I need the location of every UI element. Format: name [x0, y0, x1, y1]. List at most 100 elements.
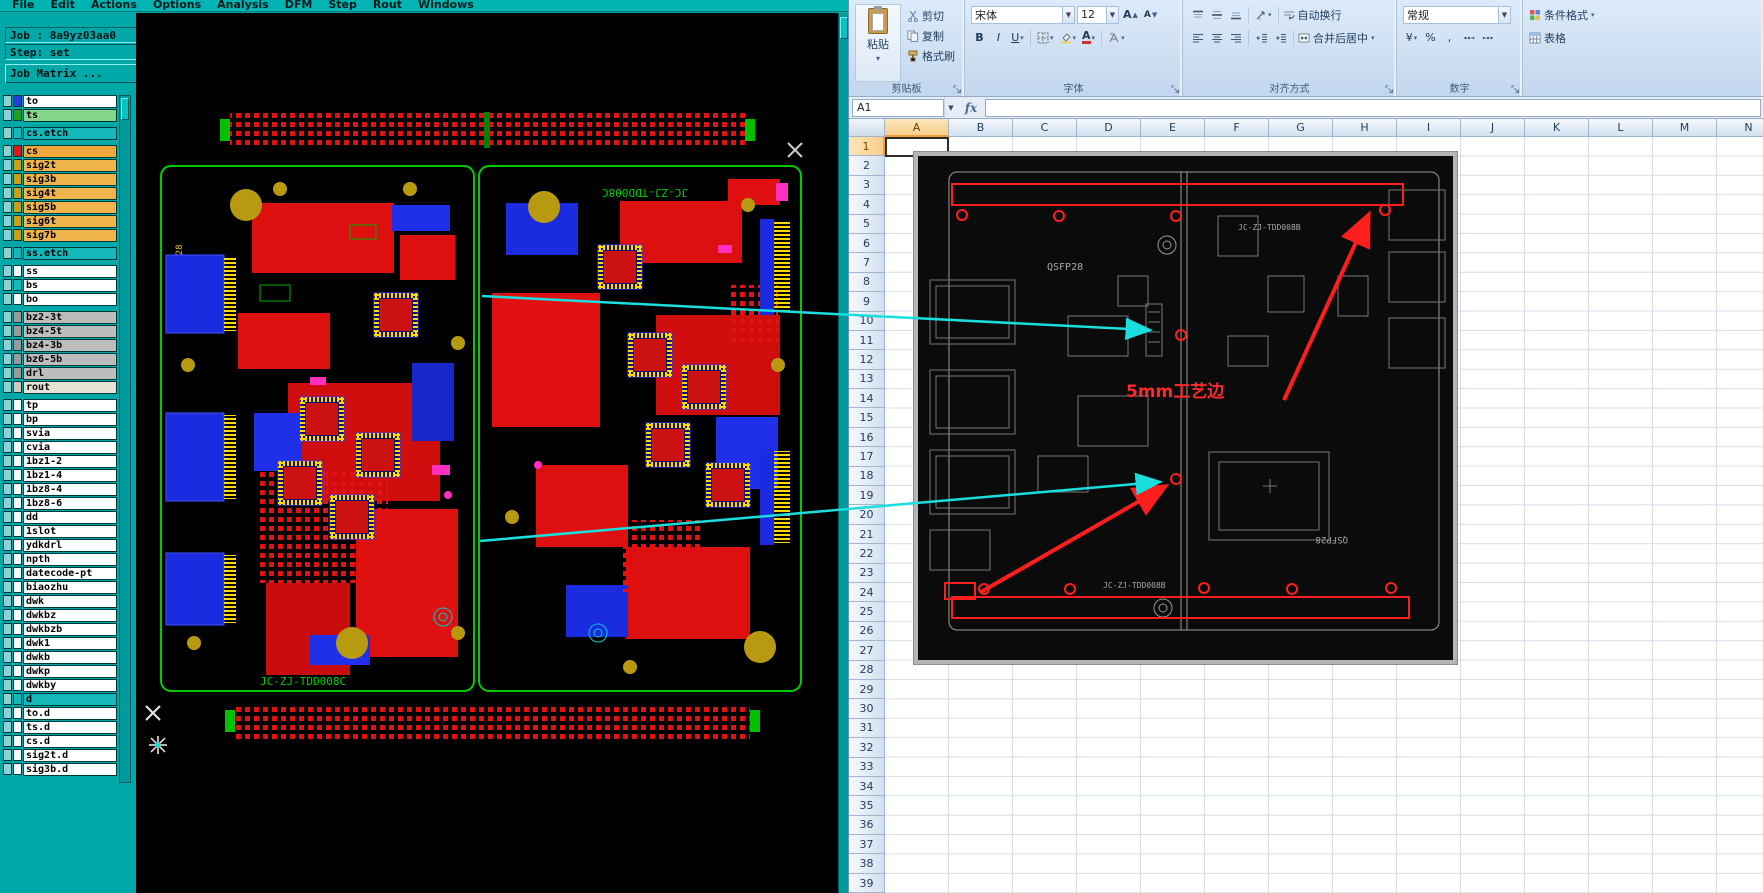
row-header[interactable]: 23 [849, 563, 885, 583]
scrollbar-thumb[interactable] [840, 17, 848, 39]
align-right-button[interactable] [1227, 29, 1244, 47]
layer-row[interactable]: bz4-3b [3, 339, 117, 352]
layer-name[interactable]: drl [23, 367, 117, 380]
menu-item[interactable]: Actions [91, 0, 137, 11]
layer-name[interactable]: dwkp [23, 665, 117, 678]
layer-context-box[interactable] [3, 525, 12, 537]
layer-color-swatch[interactable] [13, 247, 22, 259]
row-header[interactable]: 13 [849, 369, 885, 390]
row-header[interactable]: 14 [849, 389, 885, 409]
shrink-font-button[interactable]: A ▼ [1142, 6, 1159, 24]
layer-row[interactable]: biaozhu [3, 581, 117, 594]
insert-function-button[interactable]: fx [957, 101, 985, 115]
orientation-button[interactable]: ▾ [1253, 6, 1274, 24]
row-header[interactable]: 8 [849, 272, 885, 293]
row-header[interactable]: 32 [849, 738, 885, 758]
layer-color-swatch[interactable] [13, 325, 22, 337]
phonetic-guide-button[interactable]: ▾ [1106, 29, 1127, 47]
layer-row[interactable]: rout [3, 381, 117, 394]
column-header[interactable]: E [1141, 119, 1205, 137]
layer-name[interactable]: to [23, 95, 117, 108]
name-box[interactable]: A1 [852, 98, 944, 117]
layer-row[interactable]: cs [3, 145, 117, 158]
layer-name[interactable]: cs [23, 145, 117, 158]
layer-row[interactable]: dwkbz [3, 609, 117, 622]
layer-row[interactable]: datecode-pt [3, 567, 117, 580]
layer-context-box[interactable] [3, 339, 12, 351]
layer-row[interactable]: tp [3, 399, 117, 412]
layer-color-swatch[interactable] [13, 229, 22, 241]
layer-row[interactable]: cs.etch [3, 127, 117, 140]
layer-context-box[interactable] [3, 145, 12, 157]
layer-row[interactable]: dwkby [3, 679, 117, 692]
layer-context-box[interactable] [3, 749, 12, 761]
layer-name[interactable]: rout [23, 381, 117, 394]
layer-context-box[interactable] [3, 567, 12, 579]
column-header[interactable]: K [1525, 119, 1589, 137]
layer-context-box[interactable] [3, 399, 12, 411]
menu-item[interactable]: Step [328, 0, 357, 11]
layer-row[interactable]: dd [3, 511, 117, 524]
paste-dropdown-arrow[interactable]: ▾ [876, 54, 880, 63]
decrease-decimal-button[interactable] [1479, 29, 1496, 47]
layer-name[interactable]: 1bz8-6 [23, 497, 117, 510]
layer-color-swatch[interactable] [13, 707, 22, 719]
layer-name[interactable]: biaozhu [23, 581, 117, 594]
layer-name[interactable]: ts [23, 109, 117, 122]
select-all-corner[interactable] [849, 119, 885, 137]
layer-context-box[interactable] [3, 293, 12, 305]
layer-row[interactable]: dwk [3, 595, 117, 608]
name-box-dropdown[interactable]: ▼ [944, 97, 957, 118]
layer-row[interactable]: npth [3, 553, 117, 566]
row-header[interactable]: 16 [849, 427, 885, 448]
clipboard-dialog-launcher[interactable] [953, 85, 962, 94]
wrap-text-button[interactable]: 自动换行 [1283, 7, 1342, 23]
layer-context-box[interactable] [3, 763, 12, 775]
layer-context-box[interactable] [3, 187, 12, 199]
column-header[interactable]: B [949, 119, 1013, 137]
layer-context-box[interactable] [3, 735, 12, 747]
layer-color-swatch[interactable] [13, 525, 22, 537]
layer-row[interactable]: sig7b [3, 229, 117, 242]
layer-context-box[interactable] [3, 279, 12, 291]
layer-color-swatch[interactable] [13, 651, 22, 663]
layer-row[interactable]: to.d [3, 707, 117, 720]
layer-name[interactable]: sig6t [23, 215, 117, 228]
row-header[interactable]: 35 [849, 796, 885, 816]
layer-color-swatch[interactable] [13, 665, 22, 677]
layer-name[interactable]: bz2-3t [23, 311, 117, 324]
layer-context-box[interactable] [3, 265, 12, 277]
chevron-down-icon[interactable]: ▼ [1062, 6, 1074, 23]
layer-color-swatch[interactable] [13, 441, 22, 453]
layer-name[interactable]: svia [23, 427, 117, 440]
layer-context-box[interactable] [3, 247, 12, 259]
font-color-button[interactable]: A ▾ [1080, 29, 1097, 47]
menu-item[interactable]: DFM [285, 0, 313, 11]
row-header[interactable]: 39 [849, 873, 885, 893]
layer-context-box[interactable] [3, 511, 12, 523]
row-header[interactable]: 5 [849, 214, 885, 234]
layer-color-swatch[interactable] [13, 311, 22, 323]
column-header[interactable]: C [1013, 119, 1077, 137]
row-header[interactable]: 22 [849, 544, 885, 564]
layer-color-swatch[interactable] [13, 367, 22, 379]
layer-color-swatch[interactable] [13, 413, 22, 425]
percent-style-button[interactable]: % [1422, 29, 1439, 47]
layer-row[interactable]: d [3, 693, 117, 706]
layer-name[interactable]: sig5b [23, 201, 117, 214]
increase-indent-button[interactable] [1272, 29, 1289, 47]
layer-name[interactable]: sig2t.d [23, 749, 117, 762]
layer-name[interactable]: dwk1 [23, 637, 117, 650]
row-header[interactable]: 12 [849, 350, 885, 370]
column-header[interactable]: A [885, 119, 949, 137]
column-header[interactable]: D [1077, 119, 1141, 137]
layer-name[interactable]: ts.d [23, 721, 117, 734]
row-header[interactable]: 19 [849, 486, 885, 506]
italic-button[interactable]: I [990, 29, 1007, 47]
layer-row[interactable]: cvia [3, 441, 117, 454]
layer-context-box[interactable] [3, 173, 12, 185]
column-header[interactable]: I [1397, 119, 1461, 137]
column-header[interactable]: G [1269, 119, 1333, 137]
layer-name[interactable]: dwk [23, 595, 117, 608]
row-header[interactable]: 25 [849, 602, 885, 622]
